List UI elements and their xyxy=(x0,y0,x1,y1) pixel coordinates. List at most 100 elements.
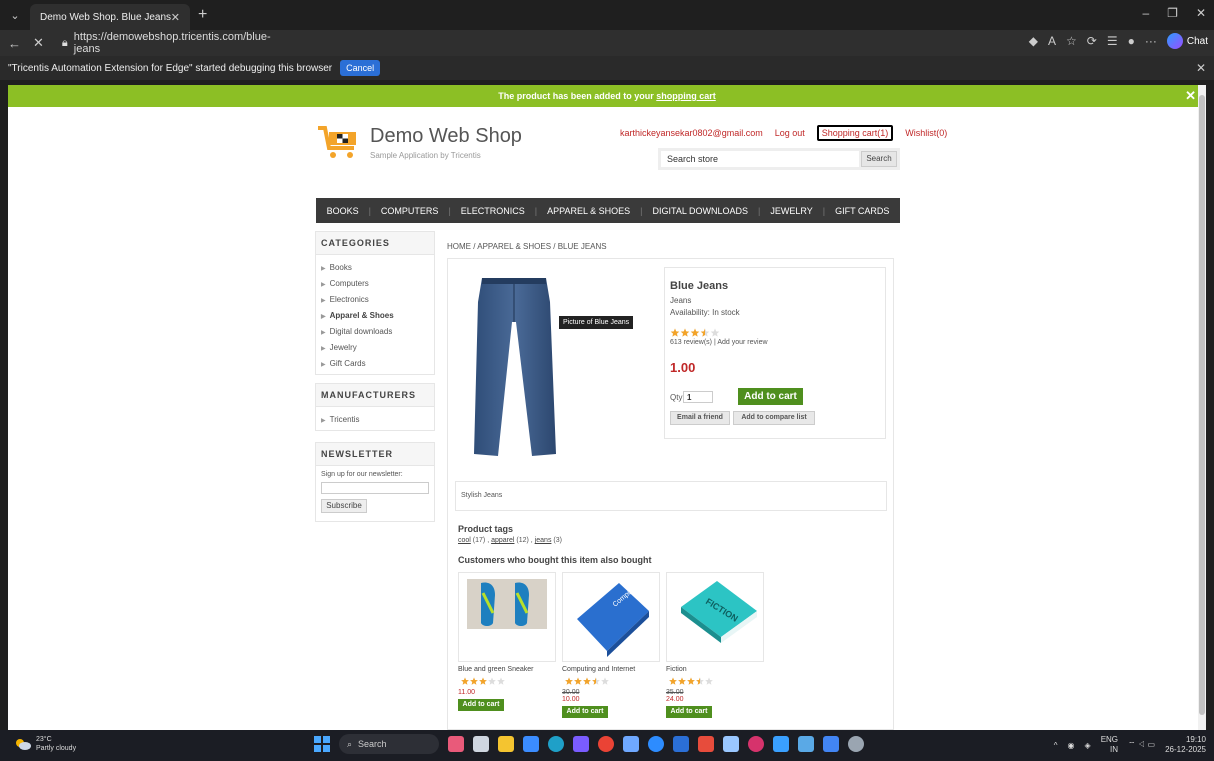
profile-avatar-icon[interactable]: ● xyxy=(1128,34,1135,48)
window-close-icon[interactable]: ✕ xyxy=(1196,6,1206,20)
tab-title: Demo Web Shop. Blue Jeans xyxy=(40,11,171,23)
url-field[interactable]: 🔒︎ https://demowebshop.tricentis.com/blu… xyxy=(56,31,276,55)
wifi-volume-battery-icon[interactable]: ⌔ ◁ ▭ xyxy=(1128,740,1155,750)
weather-widget[interactable]: 23°C Partly cloudy xyxy=(14,735,76,753)
subscribe-button[interactable]: Subscribe xyxy=(321,499,367,513)
app-icon[interactable] xyxy=(573,736,589,752)
tray-app-icon[interactable]: ◉ xyxy=(1068,741,1075,750)
stop-loading-icon[interactable]: ✕ xyxy=(33,35,44,51)
related-product-name[interactable]: Fiction xyxy=(666,666,764,673)
category-gift-cards[interactable]: ▶ Gift Cards xyxy=(321,356,429,372)
chrome-icon[interactable] xyxy=(598,736,614,752)
site-logo[interactable]: Demo Web Shop Sample Application by Tric… xyxy=(316,122,596,164)
favorites-bar-icon[interactable]: ☰ xyxy=(1107,34,1118,48)
favorite-star-icon[interactable]: ☆ xyxy=(1066,34,1077,48)
shopping-cart-link[interactable]: Shopping cart(1) xyxy=(816,125,894,141)
notification-cart-link[interactable]: shopping cart xyxy=(656,91,716,101)
widgets-icon[interactable] xyxy=(448,736,464,752)
refresh-extension-icon[interactable]: ⟳ xyxy=(1087,34,1097,48)
app-icon[interactable] xyxy=(748,736,764,752)
tray-app-icon[interactable]: ◈ xyxy=(1085,741,1091,750)
read-aloud-icon[interactable]: A xyxy=(1048,34,1056,48)
browser-tab-active[interactable]: Demo Web Shop. Blue Jeans ✕ xyxy=(30,4,190,30)
zoom-icon[interactable] xyxy=(648,736,664,752)
chevron-up-icon[interactable]: ^ xyxy=(1054,741,1058,750)
app-icon[interactable] xyxy=(698,736,714,752)
menu-apparel-shoes[interactable]: APPAREL & SHOES xyxy=(537,206,640,216)
category-digital-downloads[interactable]: ▶ Digital downloads xyxy=(321,324,429,340)
tab-close-icon[interactable]: ✕ xyxy=(171,11,180,24)
star-filled-icon xyxy=(680,328,690,337)
notification-close-icon[interactable]: ✕ xyxy=(1185,85,1196,107)
menu-gift-cards[interactable]: GIFT CARDS xyxy=(825,206,899,216)
app-icon[interactable] xyxy=(623,736,639,752)
menu-books[interactable]: BOOKS xyxy=(317,206,369,216)
newsletter-email-input[interactable] xyxy=(321,482,429,494)
system-clock[interactable]: 19:10 26-12-2025 xyxy=(1165,735,1206,755)
related-add-to-cart-button[interactable]: Add to cart xyxy=(562,706,608,718)
add-to-cart-button[interactable]: Add to cart xyxy=(738,388,803,405)
task-view-icon[interactable] xyxy=(473,736,489,752)
star-empty-icon xyxy=(601,677,609,685)
category-jewelry[interactable]: ▶ Jewelry xyxy=(321,340,429,356)
tag-apparel[interactable]: apparel xyxy=(491,537,514,544)
menu-jewelry[interactable]: JEWELRY xyxy=(760,206,822,216)
edge-browser-icon[interactable] xyxy=(548,736,564,752)
qty-input[interactable]: 1 xyxy=(683,391,713,403)
related-product-name[interactable]: Blue and green Sneaker xyxy=(458,666,556,673)
taskbar-search[interactable]: ⌕ Search xyxy=(339,734,439,754)
language-indicator[interactable]: ENG IN xyxy=(1101,735,1118,755)
logout-link[interactable]: Log out xyxy=(775,128,805,141)
copilot-chat-button[interactable]: Chat xyxy=(1166,33,1208,49)
manufacturer-tricentis[interactable]: ▶ Tricentis xyxy=(321,412,429,428)
search-store-input[interactable]: Search store xyxy=(661,151,859,167)
reviews-links[interactable]: 613 review(s) | Add your review xyxy=(670,339,768,346)
infobar-close-icon[interactable]: ✕ xyxy=(1196,61,1206,75)
site-info-lock-icon[interactable]: 🔒︎ xyxy=(62,37,68,50)
menu-computers[interactable]: COMPUTERS xyxy=(371,206,449,216)
category-computers[interactable]: ▶ Computers xyxy=(321,276,429,292)
app-icon[interactable] xyxy=(523,736,539,752)
windows-start-icon[interactable] xyxy=(314,736,330,752)
url-text: https://demowebshop.tricentis.com/blue-j… xyxy=(73,31,271,55)
settings-gear-icon[interactable] xyxy=(848,736,864,752)
tab-actions-chevron-icon[interactable]: ⌄ xyxy=(0,9,30,22)
file-explorer-icon[interactable] xyxy=(498,736,514,752)
restore-icon[interactable]: ❐ xyxy=(1167,6,1178,20)
category-apparel-shoes[interactable]: ▶ Apparel & Shoes xyxy=(321,308,429,324)
email-a-friend-button[interactable]: Email a friend xyxy=(670,411,730,425)
related-add-to-cart-button[interactable]: Add to cart xyxy=(458,699,504,711)
tag-jeans[interactable]: jeans xyxy=(535,537,552,544)
fiction-book-picture[interactable]: FICTION xyxy=(666,572,764,662)
wishlist-link[interactable]: Wishlist(0) xyxy=(905,128,947,141)
category-electronics[interactable]: ▶ Electronics xyxy=(321,292,429,308)
arrow-right-icon: ▶ xyxy=(321,298,326,304)
app-icon[interactable] xyxy=(723,736,739,752)
minimize-icon[interactable]: – xyxy=(1142,6,1149,20)
back-arrow-icon[interactable]: ← xyxy=(8,36,21,51)
menu-electronics[interactable]: ELECTRONICS xyxy=(451,206,535,216)
extension-tag-icon[interactable]: ◆ xyxy=(1029,34,1038,48)
add-to-compare-button[interactable]: Add to compare list xyxy=(733,411,815,425)
chat-label: Chat xyxy=(1186,35,1208,47)
app-icon[interactable] xyxy=(823,736,839,752)
sneaker-picture[interactable] xyxy=(458,572,556,662)
related-product-name[interactable]: Computing and Internet xyxy=(562,666,660,673)
more-dots-icon[interactable]: ··· xyxy=(1145,34,1157,48)
blue-jeans-picture[interactable] xyxy=(470,274,560,459)
app-icon[interactable] xyxy=(773,736,789,752)
new-tab-plus-icon[interactable]: + xyxy=(198,6,207,24)
page-scrollbar[interactable] xyxy=(1198,85,1206,730)
account-email-link[interactable]: karthickeyansekar0802@gmail.com xyxy=(620,128,763,141)
tag-cool[interactable]: cool xyxy=(458,537,471,544)
search-button[interactable]: Search xyxy=(861,151,897,167)
scrollbar-thumb[interactable] xyxy=(1199,95,1205,715)
related-add-to-cart-button[interactable]: Add to cart xyxy=(666,706,712,718)
partly-cloudy-icon xyxy=(16,739,31,750)
app-icon[interactable] xyxy=(798,736,814,752)
cancel-debug-button[interactable]: Cancel xyxy=(340,60,381,76)
app-icon[interactable] xyxy=(673,736,689,752)
category-books[interactable]: ▶ Books xyxy=(321,260,429,276)
menu-digital-downloads[interactable]: DIGITAL DOWNLOADS xyxy=(643,206,759,216)
computing-book-picture[interactable]: Computing And Internet xyxy=(562,556,673,662)
